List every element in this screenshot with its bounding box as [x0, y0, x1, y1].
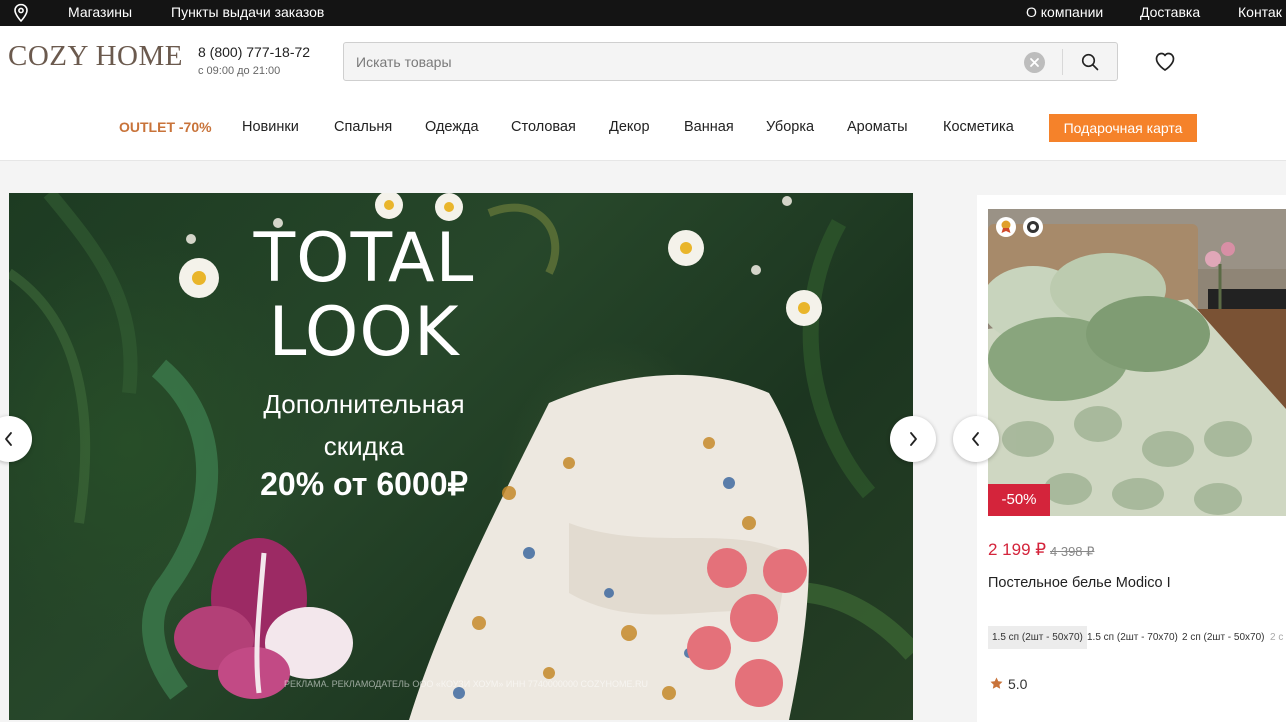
discount-badge: -50% [988, 484, 1050, 516]
nav-item-aromas[interactable]: Ароматы [847, 119, 908, 135]
size-option[interactable]: 1.5 сп (2шт - 70х70) [1083, 626, 1182, 649]
chevron-left-icon [5, 432, 12, 446]
nav-item-bathroom[interactable]: Ванная [684, 119, 734, 135]
product-image[interactable] [988, 209, 1286, 516]
search-icon[interactable] [1080, 52, 1100, 72]
product-card[interactable]: -50% 2 199 ₽ 4 398 ₽ Постельное белье Mo… [977, 195, 1286, 722]
nav-item-decor[interactable]: Декор [609, 119, 650, 135]
product-price: 2 199 ₽ [988, 540, 1047, 559]
banner-subtitle-line1: Дополнительная [263, 389, 465, 419]
eco-badge-icon [1023, 217, 1043, 237]
heart-icon[interactable] [1153, 50, 1177, 72]
topbar-link-stores[interactable]: Магазины [68, 4, 132, 20]
gift-card-button[interactable]: Подарочная карта [1049, 114, 1197, 142]
working-hours: с 09:00 до 21:00 [198, 65, 281, 77]
nav-item-cleaning[interactable]: Уборка [766, 119, 814, 135]
phone-number[interactable]: 8 (800) 777-18-72 [198, 44, 310, 60]
size-option[interactable]: 2 сп (2шт - 50х70) [1178, 626, 1269, 649]
star-icon [990, 677, 1003, 689]
site-logo[interactable]: COZY HOME [8, 40, 183, 73]
banner-subtitle-line3: 20% от 6000₽ [260, 466, 468, 502]
chevron-left-icon [972, 432, 979, 446]
topbar-link-delivery[interactable]: Доставка [1140, 4, 1200, 20]
award-badge-icon [996, 217, 1016, 237]
search-input[interactable] [356, 51, 996, 73]
product-name[interactable]: Постельное белье Modico I [988, 575, 1171, 591]
banner-legal-text: РЕКЛАМА. РЕКЛАМОДАТЕЛЬ ООО «КОУЗИ ХОУМ» … [284, 679, 648, 689]
clear-icon[interactable] [1024, 52, 1045, 73]
size-option-selected[interactable]: 1.5 сп (2шт - 50х70) [988, 626, 1087, 649]
banner-title-line1: TOTAL [253, 219, 475, 298]
nav-item-cosmetics[interactable]: Косметика [943, 119, 1014, 135]
banner-title-line2: LOOK [268, 293, 460, 372]
nav-item-outlet[interactable]: OUTLET -70% [119, 119, 212, 135]
product-prev-button[interactable] [953, 416, 999, 462]
chevron-right-icon [910, 432, 917, 446]
top-bar: Магазины Пункты выдачи заказов О компани… [0, 0, 1286, 26]
nav-item-bedroom[interactable]: Спальня [334, 119, 392, 135]
search-divider [1062, 49, 1063, 75]
search-bar [343, 42, 1118, 81]
topbar-link-contacts[interactable]: Контак [1238, 4, 1282, 20]
bedding-photo [988, 209, 1286, 516]
banner-subtitle-line2: скидка [323, 431, 405, 461]
nav-item-dining[interactable]: Столовая [511, 119, 576, 135]
nav-item-clothing[interactable]: Одежда [425, 119, 479, 135]
promo-banner[interactable]: TOTAL LOOK Дополнительная скидка 20% от … [9, 193, 913, 720]
location-pin-icon [14, 3, 28, 23]
banner-next-button[interactable] [890, 416, 936, 462]
nav-item-new[interactable]: Новинки [242, 119, 299, 135]
product-old-price: 4 398 ₽ [1050, 544, 1095, 559]
size-option[interactable]: 2 с [1266, 626, 1286, 649]
topbar-link-pickup-points[interactable]: Пункты выдачи заказов [171, 4, 324, 20]
product-rating: 5.0 [1008, 676, 1028, 692]
topbar-link-about[interactable]: О компании [1026, 4, 1103, 20]
